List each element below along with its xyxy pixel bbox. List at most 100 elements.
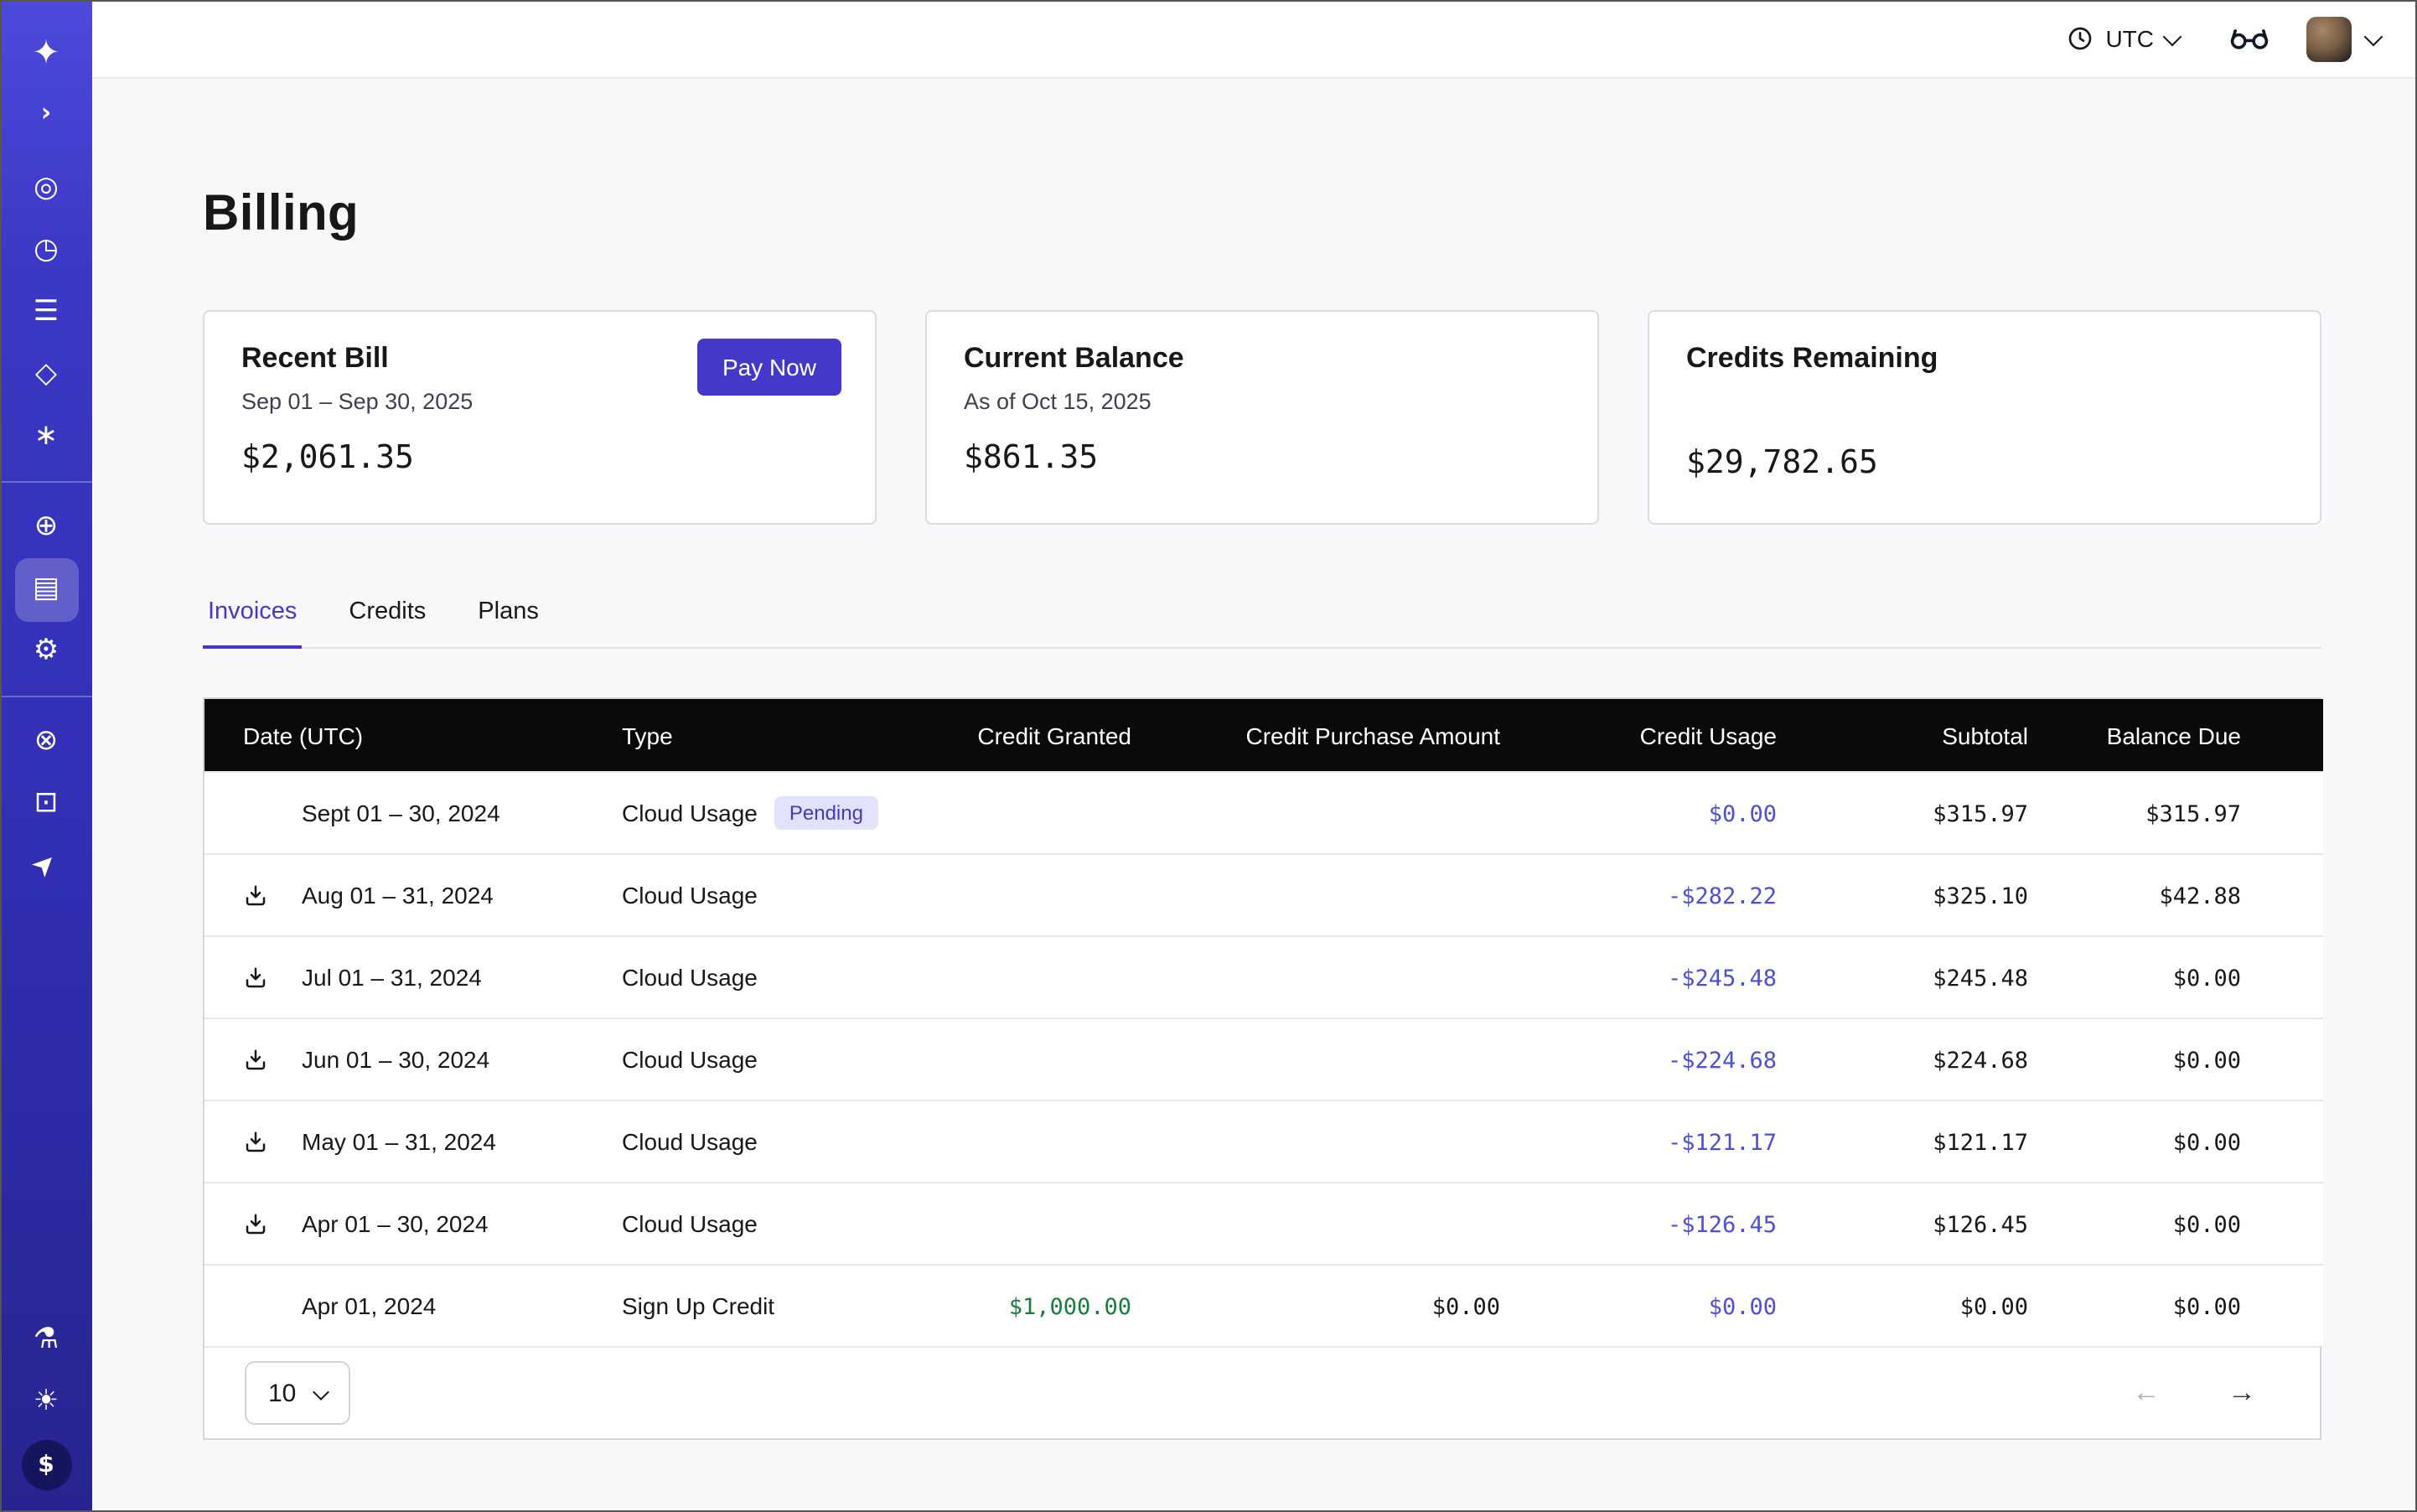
prev-page-button[interactable]: ← xyxy=(2132,1376,2161,1410)
subtotal: $0.00 xyxy=(1960,1293,2028,1320)
logo-icon: ✦ xyxy=(32,34,60,68)
page-size-select[interactable]: 10 xyxy=(245,1361,349,1425)
invoice-type: Cloud Usage xyxy=(622,1128,758,1155)
sidebar-item-packages[interactable]: ◇ xyxy=(0,344,92,406)
sidebar-item-labs[interactable]: ⚗ xyxy=(0,1309,92,1371)
timezone-selector[interactable]: UTC xyxy=(2067,25,2179,52)
pager-arrows: ← → xyxy=(2132,1376,2256,1410)
column-header: Type xyxy=(590,699,892,772)
circle-x-icon: ⊗ xyxy=(34,728,59,756)
balance-due: $0.00 xyxy=(2173,965,2241,992)
glasses-icon[interactable] xyxy=(2229,27,2269,50)
column-header: Subtotal xyxy=(1797,699,2048,772)
credit-usage: -$126.45 xyxy=(1668,1211,1777,1238)
sidebar-item-theme[interactable]: ☀ xyxy=(0,1371,92,1433)
invoice-date: Sept 01 – 30, 2024 xyxy=(302,800,500,826)
credit-usage: -$282.22 xyxy=(1668,883,1777,909)
subtotal: $126.45 xyxy=(1933,1211,2028,1238)
credit-usage: -$121.17 xyxy=(1668,1129,1777,1156)
subtotal: $315.97 xyxy=(1933,800,2028,827)
sidebar-item-expand[interactable]: › xyxy=(0,82,92,144)
sidebar-item-support[interactable]: ⊗ xyxy=(0,711,92,773)
balance-due: $315.97 xyxy=(2145,800,2241,827)
page-size-value: 10 xyxy=(268,1379,296,1407)
monitor-icon: ⊡ xyxy=(34,790,59,818)
card-amount: $2,061.35 xyxy=(241,439,838,476)
credit-card-icon: ▤ xyxy=(33,575,60,603)
column-header: Credit Granted xyxy=(892,699,1152,772)
invoice-date: May 01 – 31, 2024 xyxy=(302,1128,496,1155)
sidebar-item-docs[interactable]: ⊡ xyxy=(0,773,92,835)
column-header: Credit Usage xyxy=(1520,699,1797,772)
sidebar-item-schedules[interactable]: ◷ xyxy=(0,220,92,282)
pagination: 10 ← → xyxy=(204,1346,2320,1438)
tabs: Invoices Credits Plans xyxy=(203,598,2321,649)
sidebar-item-deployments[interactable]: ☰ xyxy=(0,282,92,344)
next-page-button[interactable]: → xyxy=(2228,1376,2256,1410)
pay-now-button[interactable]: Pay Now xyxy=(697,339,841,396)
sidebar-item-usage[interactable]: $ xyxy=(0,1433,92,1495)
cube-icon: ◇ xyxy=(35,360,57,389)
sidebar-item-onboarding[interactable]: ➤ xyxy=(0,835,92,897)
sidebar-item-integrations[interactable]: ∗ xyxy=(0,406,92,468)
chevron-down-icon xyxy=(2163,27,2182,46)
credit-granted: $1,000.00 xyxy=(1009,1293,1131,1320)
layers-icon: ☰ xyxy=(34,298,60,327)
invoice-date: Apr 01 – 30, 2024 xyxy=(302,1210,489,1237)
subtotal: $245.48 xyxy=(1933,965,2028,992)
invoice-date: Jun 01 – 30, 2024 xyxy=(302,1046,489,1073)
download-invoice-button[interactable] xyxy=(243,1047,268,1072)
chevron-down-icon xyxy=(312,1383,329,1400)
tab-credits[interactable]: Credits xyxy=(344,598,431,647)
sidebar-item-namespaces[interactable]: ◎ xyxy=(0,158,92,220)
table-row: Jul 01 – 31, 2024Cloud Usage-$245.48$245… xyxy=(204,936,2323,1018)
dollar-icon: $ xyxy=(38,1452,54,1476)
chevron-down-icon xyxy=(2364,27,2383,46)
credit-usage: -$224.68 xyxy=(1668,1047,1777,1074)
invoice-type: Sign Up Credit xyxy=(622,1292,774,1319)
balance-due: $42.88 xyxy=(2159,883,2241,909)
invoice-type: Cloud Usage xyxy=(622,882,758,909)
download-invoice-button[interactable] xyxy=(243,1211,268,1236)
sidebar: ✦ › ◎ ◷ ☰ ◇ ∗ ⊕ ▤ ⚙ ⊗ ⊡ ➤ ⚗ ☀ $ xyxy=(0,0,92,1512)
main-column: UTC Billing Recent BillPay NowSep 01 – S… xyxy=(92,0,2417,1512)
credit-usage: $0.00 xyxy=(1709,1293,1777,1320)
sidebar-item-settings[interactable]: ⚙ xyxy=(0,620,92,682)
tab-invoices[interactable]: Invoices xyxy=(203,598,302,649)
invoice-type: Cloud Usage xyxy=(622,800,758,826)
clock-icon: ◷ xyxy=(34,236,59,265)
rocket-icon: ➤ xyxy=(28,847,65,884)
download-invoice-button[interactable] xyxy=(243,965,268,990)
table-row: Sept 01 – 30, 2024 Cloud Usage Pending $0.0… xyxy=(204,772,2323,854)
tab-plans[interactable]: Plans xyxy=(473,598,544,647)
table-row: May 01 – 31, 2024 Cloud Usage -$121.17 $121… xyxy=(204,1100,2323,1183)
table-row: Apr 01 – 30, 2024Cloud Usage-$126.45$126… xyxy=(204,1183,2323,1265)
column-header: Credit Purchase Amount xyxy=(1152,699,1520,772)
subtotal: $121.17 xyxy=(1933,1129,2028,1156)
card-recent-bill: Recent BillPay NowSep 01 – Sep 30, 2025$… xyxy=(203,310,877,525)
table-row: Aug 01 – 31, 2024Cloud Usage-$282.22$325… xyxy=(204,854,2323,936)
sidebar-item-billing[interactable]: ▤ xyxy=(0,558,92,620)
invoice-date: Aug 01 – 31, 2024 xyxy=(302,882,494,909)
table-header-row: Date (UTC)TypeCredit GrantedCredit Purch… xyxy=(204,699,2323,772)
invoices-table: Date (UTC)TypeCredit GrantedCredit Purch… xyxy=(203,697,2321,1440)
download-invoice-button[interactable] xyxy=(243,883,268,908)
card-current-balance: Current BalanceAs of Oct 15, 2025$861.35 xyxy=(925,310,1599,525)
card-credits-remaining: Credits Remaining$29,782.65 xyxy=(1648,310,2321,525)
table-body: Sept 01 – 30, 2024 Cloud Usage Pending $0.0… xyxy=(204,772,2323,1346)
status-badge: Pending xyxy=(774,796,878,830)
credit-usage: $0.00 xyxy=(1709,800,1777,827)
subtotal: $224.68 xyxy=(1933,1047,2028,1074)
column-header: Balance Due xyxy=(2048,699,2323,772)
credit-usage: -$245.48 xyxy=(1668,965,1777,992)
app-window: ✦ › ◎ ◷ ☰ ◇ ∗ ⊕ ▤ ⚙ ⊗ ⊡ ➤ ⚗ ☀ $ UTC Billing Recent Bill… xyxy=(0,0,2417,1512)
sidebar-item-logo[interactable]: ✦ xyxy=(0,20,92,82)
balance-due: $0.00 xyxy=(2173,1293,2241,1320)
invoice-type: Cloud Usage xyxy=(622,964,758,991)
download-invoice-button[interactable] xyxy=(243,1129,268,1154)
sidebar-item-cloud[interactable]: ⊕ xyxy=(0,496,92,558)
topbar: UTC xyxy=(92,0,2417,79)
account-menu[interactable] xyxy=(2306,16,2380,61)
sun-icon: ☀ xyxy=(34,1388,60,1416)
gear-icon: ⚙ xyxy=(34,637,60,665)
